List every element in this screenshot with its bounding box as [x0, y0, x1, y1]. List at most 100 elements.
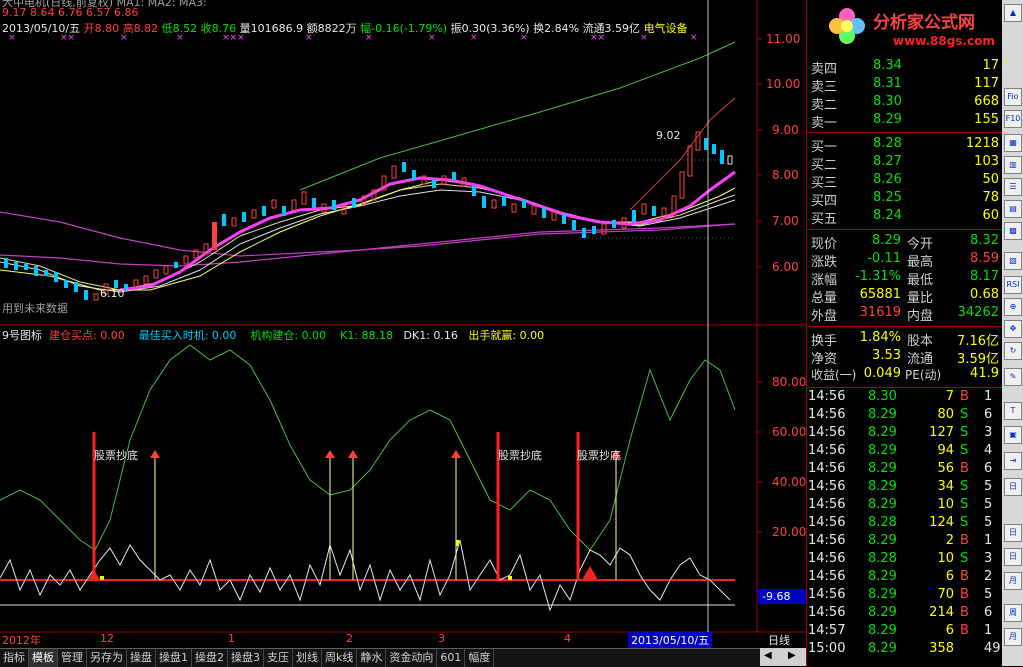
ruler-icon[interactable]: ▩	[1004, 222, 1022, 240]
trade-time: 14:56	[808, 443, 846, 458]
trade-time: 14:56	[808, 605, 846, 620]
trade-row: 14:56 8.29 56 B 6	[808, 461, 998, 479]
exit-icon[interactable]: ⇥	[1004, 452, 1022, 470]
trade-time: 14:56	[808, 551, 846, 566]
buy-volume: 78	[982, 190, 999, 205]
trade-price: 8.29	[868, 461, 897, 476]
trade-price: 8.28	[868, 551, 897, 566]
tab-indicator[interactable]: 指标	[0, 649, 29, 667]
trade-volume: 7	[945, 389, 954, 404]
bars-icon[interactable]: ▤	[1004, 200, 1022, 218]
sell-volume: 17	[982, 58, 999, 73]
trade-count: 1	[984, 389, 993, 404]
side-button[interactable]: RSI	[1004, 276, 1022, 294]
month-button[interactable]: 月	[1004, 572, 1022, 590]
buy-label: 买五	[811, 212, 838, 227]
trade-row: 14:56 8.29 34 S 5	[808, 479, 998, 497]
scroll-arrows[interactable]: ◀ ▶	[760, 648, 806, 666]
trade-price: 8.29	[868, 425, 897, 440]
indicator-name[interactable]: 9号图标	[2, 329, 42, 342]
calendar-icon[interactable]: ▣	[1004, 426, 1022, 444]
tab-operate3[interactable]: 操盘3	[228, 649, 264, 667]
trade-price: 8.29	[868, 587, 897, 602]
tab-operate1[interactable]: 操盘1	[156, 649, 192, 667]
up-arrow-icon[interactable]: ▲	[1004, 4, 1022, 22]
buy-label: 买二	[811, 158, 838, 173]
sell-volume: 117	[974, 76, 999, 91]
tab-capital-flow[interactable]: 资金动向	[386, 649, 438, 667]
ind-y-tick: 20.00	[772, 525, 807, 539]
side-button[interactable]: F10	[1004, 110, 1022, 128]
trade-price: 8.29	[868, 443, 897, 458]
list-icon[interactable]: ☰	[1004, 178, 1022, 196]
trade-side: S	[960, 443, 969, 458]
tab-template[interactable]: 模板	[29, 649, 58, 667]
side-button[interactable]: Fio	[1004, 88, 1022, 106]
chart-icon[interactable]: ▥	[1004, 156, 1022, 174]
high-label: 9.02	[656, 129, 681, 142]
trade-row: 14:56 8.29 127 S 3	[808, 425, 998, 443]
day3-button[interactable]: 日	[1004, 548, 1022, 566]
sell-label: 卖二	[811, 98, 838, 113]
buy-price: 8.26	[873, 172, 902, 187]
stat-label: 量比	[907, 291, 934, 306]
date-label: 2012年	[2, 634, 41, 647]
tab-601[interactable]: 601	[437, 649, 466, 667]
trade-count: 6	[984, 407, 993, 422]
trade-count: 49	[984, 641, 1001, 656]
trade-side: B	[960, 623, 969, 638]
period-label[interactable]: 日线	[768, 632, 790, 648]
trade-price: 8.29	[868, 533, 897, 548]
buy-volume: 60	[982, 208, 999, 223]
grid-icon[interactable]: ▦	[1004, 134, 1022, 152]
tab-support[interactable]: 支压	[264, 649, 293, 667]
ind-y-tick: 80.00	[772, 375, 807, 389]
tab-operate[interactable]: 操盘	[127, 649, 156, 667]
trade-time: 14:57	[808, 623, 846, 638]
trade-price: 8.28	[868, 515, 897, 530]
trade-count: 5	[984, 497, 993, 512]
trade-volume: 94	[937, 443, 954, 458]
tab-range[interactable]: 幅度	[465, 649, 495, 667]
y-tick: 8.00	[772, 168, 799, 182]
tab-operate2[interactable]: 操盘2	[192, 649, 228, 667]
month2-button[interactable]: 月	[1004, 628, 1022, 646]
header-low: 低8.52	[161, 22, 198, 35]
signal-label: 股票抄底	[577, 449, 621, 462]
buy-price: 8.25	[873, 190, 902, 205]
trade-time: 14:56	[808, 587, 846, 602]
y-tick: 9.00	[772, 123, 799, 137]
trade-price: 8.29	[868, 605, 897, 620]
trade-side: S	[960, 515, 969, 530]
day2-button[interactable]: 日	[1004, 524, 1022, 542]
trade-volume: 127	[929, 425, 954, 440]
trade-row: 14:56 8.29 70 B 5	[808, 587, 998, 605]
trade-time: 14:56	[808, 515, 846, 530]
trade-price: 8.29	[868, 407, 897, 422]
trade-side: B	[960, 533, 969, 548]
refresh-icon[interactable]: ↻	[1004, 342, 1022, 360]
tab-weekly[interactable]: 周k线	[322, 649, 358, 667]
y-tick: 11.00	[766, 32, 801, 46]
trade-row: 15:00 8.29 358 49	[808, 641, 1001, 659]
buy-volume: 50	[982, 172, 999, 187]
text-icon[interactable]: T	[1004, 402, 1022, 420]
zoom-in-icon[interactable]: ⊕	[1004, 298, 1022, 316]
tab-manage[interactable]: 管理	[58, 649, 87, 667]
buy-price: 8.24	[873, 208, 902, 223]
trade-count: 5	[984, 587, 993, 602]
trade-volume: 358	[929, 641, 954, 656]
tab-still-water[interactable]: 静水	[357, 649, 387, 667]
sell-label: 卖一	[811, 116, 838, 131]
pencil-icon[interactable]: ✎	[1004, 368, 1022, 386]
week-button[interactable]: 周	[1004, 604, 1022, 622]
header-close: 收8.76	[200, 22, 237, 35]
low-label: 6.10	[100, 287, 125, 300]
kline-icon[interactable]: ▧	[1004, 252, 1022, 270]
move-icon[interactable]: ✥	[1004, 320, 1022, 338]
trade-time: 14:56	[808, 407, 846, 422]
day-button[interactable]: 日	[1004, 478, 1022, 496]
tab-draw-line[interactable]: 划线	[293, 649, 322, 667]
trade-price: 8.29	[868, 569, 897, 584]
tab-save-as[interactable]: 另存为	[87, 649, 127, 667]
